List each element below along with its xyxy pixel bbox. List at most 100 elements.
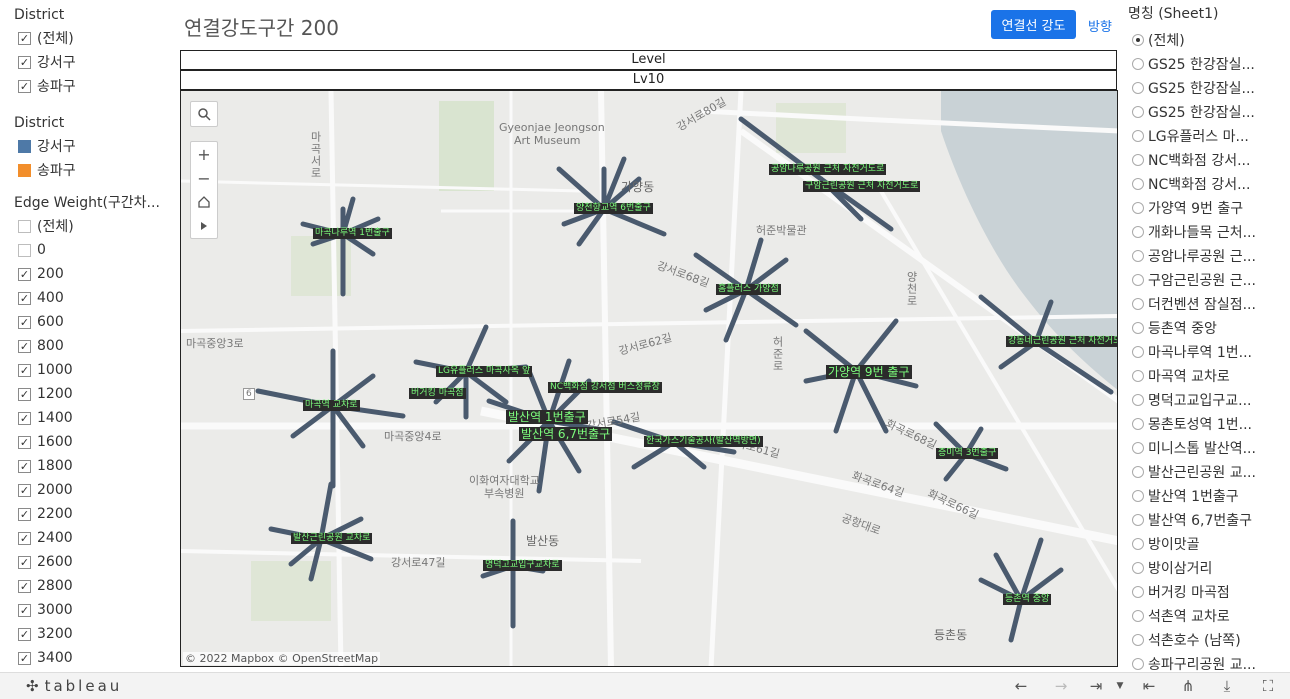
play-icon[interactable] xyxy=(190,214,218,238)
node-label[interactable]: 홈플러스 가양점 xyxy=(716,284,781,295)
name-option[interactable]: 발산역 6,7번출구 xyxy=(1124,508,1290,532)
name-option[interactable]: NC백화점 강서... xyxy=(1124,172,1290,196)
radio-selected-icon[interactable] xyxy=(1132,34,1144,46)
filter-option[interactable]: ✓ 1600 xyxy=(0,430,178,454)
node-label[interactable]: 구암근린공원 근처 자전거도로 xyxy=(803,181,921,192)
name-option[interactable]: 미니스톱 발산역... xyxy=(1124,436,1290,460)
name-option[interactable]: 명덕고교입구교... xyxy=(1124,388,1290,412)
fullscreen-icon[interactable]: ⛶ xyxy=(1258,677,1278,695)
filter-option[interactable]: ✓ (전체) xyxy=(0,26,178,50)
checkbox-checked-icon[interactable]: ✓ xyxy=(18,531,31,545)
checkbox-checked-icon[interactable]: ✓ xyxy=(18,483,31,497)
legend-item[interactable]: 강서구 xyxy=(0,134,178,158)
network-edge[interactable] xyxy=(853,318,899,374)
name-option[interactable]: NC백화점 강서... xyxy=(1124,148,1290,172)
name-option[interactable]: 가양역 9번 출구 xyxy=(1124,196,1290,220)
name-option[interactable]: 발산근린공원 교... xyxy=(1124,460,1290,484)
radio-icon[interactable] xyxy=(1132,442,1144,454)
name-option[interactable]: 석촌역 교차로 xyxy=(1124,604,1290,628)
radio-icon[interactable] xyxy=(1132,82,1144,94)
network-edge[interactable] xyxy=(833,368,859,434)
legend-item[interactable]: 송파구 xyxy=(0,158,178,182)
share-icon[interactable]: ⋔ xyxy=(1178,677,1198,695)
filter-option[interactable]: ✓ 400 xyxy=(0,286,178,310)
radio-icon[interactable] xyxy=(1132,58,1144,70)
filter-option[interactable]: ✓ 1000 xyxy=(0,358,178,382)
checkbox-unchecked-icon[interactable] xyxy=(18,219,31,233)
name-option[interactable]: 마곡나루역 1번... xyxy=(1124,340,1290,364)
filter-option[interactable]: ✓ 600 xyxy=(0,310,178,334)
checkbox-checked-icon[interactable]: ✓ xyxy=(18,579,31,593)
radio-icon[interactable] xyxy=(1132,274,1144,286)
tableau-logo[interactable]: ✣ tableau xyxy=(26,677,122,695)
redo-icon[interactable]: → xyxy=(1051,677,1071,695)
checkbox-checked-icon[interactable]: ✓ xyxy=(18,555,31,569)
radio-icon[interactable] xyxy=(1132,634,1144,646)
checkbox-checked-icon[interactable]: ✓ xyxy=(18,267,31,281)
node-label[interactable]: 발산근린공원 교차로 xyxy=(291,533,373,544)
checkbox-checked-icon[interactable]: ✓ xyxy=(18,363,31,377)
radio-icon[interactable] xyxy=(1132,322,1144,334)
name-option[interactable]: LG유플러스 마... xyxy=(1124,124,1290,148)
name-option[interactable]: 등촌역 중앙 xyxy=(1124,316,1290,340)
node-label[interactable]: 증미역 3번출구 xyxy=(936,448,999,459)
name-option[interactable]: 마곡역 교차로 xyxy=(1124,364,1290,388)
radio-icon[interactable] xyxy=(1132,178,1144,190)
node-label[interactable]: LG유플러스 마곡사옥 앞 xyxy=(436,366,533,377)
checkbox-checked-icon[interactable]: ✓ xyxy=(18,31,31,45)
node-label[interactable]: 가양역 9번 출구 xyxy=(826,365,912,379)
radio-icon[interactable] xyxy=(1132,130,1144,142)
filter-option[interactable]: ✓ 1400 xyxy=(0,406,178,430)
node-label[interactable]: 마곡나루역 1번출구 xyxy=(313,228,392,239)
checkbox-checked-icon[interactable]: ✓ xyxy=(18,339,31,353)
radio-icon[interactable] xyxy=(1132,226,1144,238)
checkbox-checked-icon[interactable]: ✓ xyxy=(18,411,31,425)
name-option[interactable]: (전체) xyxy=(1124,28,1290,52)
checkbox-checked-icon[interactable]: ✓ xyxy=(18,79,31,93)
radio-icon[interactable] xyxy=(1132,538,1144,550)
network-edge[interactable] xyxy=(1008,597,1024,643)
checkbox-checked-icon[interactable]: ✓ xyxy=(18,603,31,617)
revert-dropdown-icon[interactable]: ▼ xyxy=(1110,677,1130,695)
name-option[interactable]: GS25 한강잠실... xyxy=(1124,76,1290,100)
filter-option[interactable]: ✓ 송파구 xyxy=(0,74,178,98)
radio-icon[interactable] xyxy=(1132,658,1144,670)
search-icon[interactable] xyxy=(190,102,218,126)
revert-icon[interactable]: ⇥ xyxy=(1086,677,1106,695)
name-option[interactable]: 더컨벤션 잠실점... xyxy=(1124,292,1290,316)
radio-icon[interactable] xyxy=(1132,298,1144,310)
node-label[interactable]: 등촌역 중앙 xyxy=(1003,594,1052,605)
filter-option[interactable]: ✓ 강서구 xyxy=(0,50,178,74)
node-label[interactable]: 한국가스기술공사(발산역방면) xyxy=(644,436,763,447)
node-label[interactable]: 발산역 6,7번출구 xyxy=(519,427,613,441)
filter-option[interactable]: 0 xyxy=(0,238,178,262)
name-option[interactable]: 몽촌토성역 1번... xyxy=(1124,412,1290,436)
name-option[interactable]: 송파구리공원 교... xyxy=(1124,652,1290,672)
node-label[interactable]: 명덕고교입구교차로 xyxy=(483,560,562,571)
strength-button[interactable]: 연결선 강도 xyxy=(991,10,1076,39)
filter-option[interactable]: ✓ 2600 xyxy=(0,550,178,574)
radio-icon[interactable] xyxy=(1132,250,1144,262)
radio-icon[interactable] xyxy=(1132,562,1144,574)
zoom-in-icon[interactable]: + xyxy=(190,142,218,166)
name-option[interactable]: 석촌호수 (남쪽) xyxy=(1124,628,1290,652)
filter-option[interactable]: ✓ 800 xyxy=(0,334,178,358)
filter-option[interactable]: ✓ 2400 xyxy=(0,526,178,550)
node-label[interactable]: 공암나루공원 근처 자전거도로 xyxy=(769,164,887,175)
filter-option[interactable]: (전체) xyxy=(0,214,178,238)
radio-icon[interactable] xyxy=(1132,490,1144,502)
radio-icon[interactable] xyxy=(1132,418,1144,430)
radio-icon[interactable] xyxy=(1132,154,1144,166)
name-option[interactable]: GS25 한강잠실... xyxy=(1124,52,1290,76)
node-label[interactable]: 버거킹 마곡점 xyxy=(409,388,466,399)
filter-option[interactable]: ✓ 3400 xyxy=(0,646,178,670)
radio-icon[interactable] xyxy=(1132,106,1144,118)
undo-icon[interactable]: ← xyxy=(1011,677,1031,695)
name-option[interactable]: 구암근린공원 근... xyxy=(1124,268,1290,292)
checkbox-unchecked-icon[interactable] xyxy=(18,243,31,257)
checkbox-checked-icon[interactable]: ✓ xyxy=(18,291,31,305)
filter-option[interactable]: ✓ 2200 xyxy=(0,502,178,526)
name-option[interactable]: 방이삼거리 xyxy=(1124,556,1290,580)
network-edge[interactable] xyxy=(318,481,334,542)
checkbox-checked-icon[interactable]: ✓ xyxy=(18,55,31,69)
